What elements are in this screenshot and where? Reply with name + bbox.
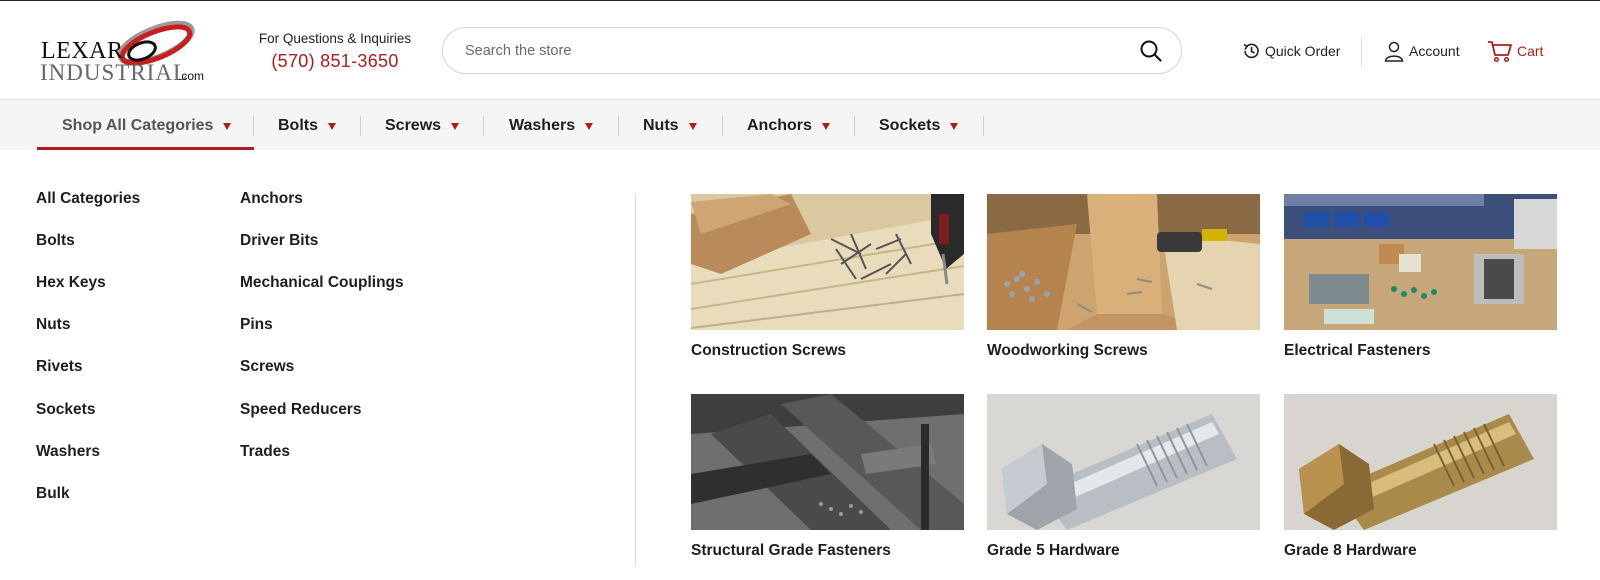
nav-sockets[interactable]: Sockets (879, 100, 959, 151)
dropdown-triangle-icon (821, 122, 830, 130)
menu-link-speed-reducers[interactable]: Speed Reducers (240, 401, 361, 419)
account-label: Account (1409, 43, 1460, 59)
categories-mega-menu: All Categories Bolts Hex Keys Nuts Rivet… (0, 150, 1600, 580)
menu-link-bulk[interactable]: Bulk (36, 485, 70, 503)
featured-card-title: Structural Grade Fasteners (691, 542, 891, 559)
dropdown-triangle-icon (688, 122, 697, 130)
menu-link-nuts[interactable]: Nuts (36, 316, 70, 334)
nav-screws[interactable]: Screws (385, 100, 460, 151)
logo-text-domain: .com (178, 69, 205, 83)
cart-label: Cart (1517, 43, 1544, 59)
user-icon (1384, 41, 1404, 62)
nav-label: Screws (385, 116, 442, 134)
structural-steel-photo (691, 394, 964, 530)
lexar-logo[interactable]: LEXAR INDUSTRIAL .com (38, 17, 208, 87)
nav-divider (483, 116, 484, 136)
grade5-bolt-photo (987, 394, 1260, 530)
cart-icon (1488, 41, 1512, 63)
search-button[interactable] (1139, 39, 1163, 63)
dropdown-triangle-icon (950, 122, 959, 130)
nav-divider (983, 116, 984, 136)
woodworking-screws-photo (987, 194, 1260, 330)
nav-divider (360, 116, 361, 136)
search-input[interactable] (465, 40, 1105, 62)
nav-label: Washers (509, 116, 576, 134)
menu-link-hex-keys[interactable]: Hex Keys (36, 274, 106, 292)
menu-link-pins[interactable]: Pins (240, 316, 273, 334)
nav-label: Bolts (278, 116, 318, 134)
phone-link[interactable]: (570) 851-3650 (250, 51, 420, 72)
nav-divider (253, 116, 254, 136)
nav-divider (618, 116, 619, 136)
featured-card-title: Grade 8 Hardware (1284, 542, 1417, 559)
menu-column-divider (635, 194, 636, 566)
dropdown-triangle-icon (451, 122, 460, 130)
nav-label: Sockets (879, 116, 941, 134)
nav-divider (722, 116, 723, 136)
logo-text-industrial: INDUSTRIAL (40, 60, 188, 85)
nav-shop-all-categories[interactable]: Shop All Categories (62, 100, 232, 151)
featured-card-title: Woodworking Screws (987, 342, 1148, 359)
quick-order-link[interactable]: Quick Order (1241, 39, 1340, 63)
site-header: LEXAR INDUSTRIAL .com For Questions & In… (0, 1, 1600, 99)
menu-link-all-categories[interactable]: All Categories (36, 190, 140, 208)
menu-link-bolts[interactable]: Bolts (36, 232, 75, 250)
menu-link-screws[interactable]: Screws (240, 358, 294, 376)
dropdown-triangle-icon (585, 122, 594, 130)
nav-nuts[interactable]: Nuts (643, 100, 697, 151)
menu-link-mechanical-couplings[interactable]: Mechanical Couplings (240, 274, 404, 292)
contact-block: For Questions & Inquiries (570) 851-3650 (250, 31, 420, 72)
utility-divider (1361, 38, 1362, 66)
menu-link-rivets[interactable]: Rivets (36, 358, 83, 376)
cart-link[interactable]: Cart (1487, 39, 1543, 63)
dropdown-triangle-icon (328, 122, 336, 130)
dropdown-triangle-icon (223, 122, 232, 130)
featured-card-title: Construction Screws (691, 342, 847, 359)
nav-divider (854, 116, 855, 136)
menu-link-anchors[interactable]: Anchors (240, 190, 303, 208)
main-nav: Shop All Categories Bolts Screws Washers… (0, 99, 1600, 151)
nav-label: Shop All Categories (62, 116, 214, 134)
menu-link-trades[interactable]: Trades (240, 443, 290, 461)
featured-card-title: Grade 5 Hardware (987, 542, 1120, 559)
history-icon (1243, 43, 1259, 59)
quick-order-label: Quick Order (1265, 43, 1341, 59)
featured-card-title: Electrical Fasteners (1284, 342, 1431, 359)
search-bar (442, 27, 1182, 74)
nav-washers[interactable]: Washers (509, 100, 594, 151)
menu-link-driver-bits[interactable]: Driver Bits (240, 232, 318, 250)
menu-link-washers[interactable]: Washers (36, 443, 100, 461)
electrical-fasteners-photo (1284, 194, 1557, 330)
account-link[interactable]: Account (1383, 39, 1460, 63)
contact-label: For Questions & Inquiries (258, 31, 412, 46)
menu-link-sockets[interactable]: Sockets (36, 401, 95, 419)
nav-anchors[interactable]: Anchors (747, 100, 830, 151)
construction-screws-photo (691, 194, 964, 330)
nav-label: Anchors (747, 116, 812, 134)
nav-label: Nuts (643, 116, 679, 134)
nav-bolts[interactable]: Bolts (278, 100, 336, 151)
grade8-bolt-photo (1284, 394, 1557, 530)
search-icon (1140, 40, 1162, 62)
